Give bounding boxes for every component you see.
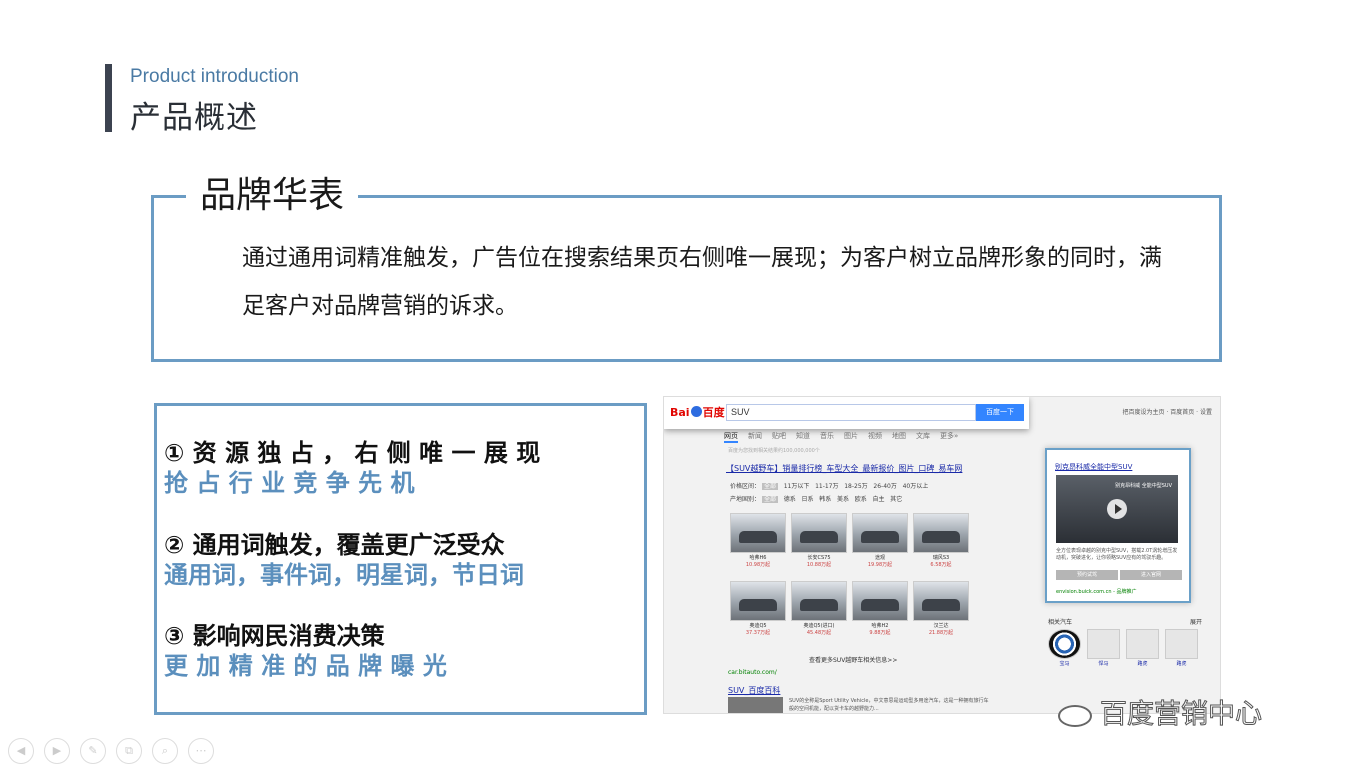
car-card: 奥迪Q5 37.37万起 <box>730 581 786 636</box>
next-slide-icon[interactable]: ▶ <box>44 738 70 764</box>
feature-heading: ② 通用词触发，覆盖更广泛受众 <box>164 531 505 559</box>
car-card: 奥迪Q5(进口) 45.48万起 <box>791 581 847 636</box>
ad-button-test-drive: 预约试驾 <box>1056 570 1118 580</box>
tab-images: 图片 <box>844 432 858 440</box>
tab-web: 网页 <box>724 431 738 443</box>
result-count-hint: 百度为您找到相关结果约100,000,000个 <box>728 448 820 454</box>
feature-subheading: 通用词，事件词，明星词，节日词 <box>164 561 524 589</box>
baidu-logo: Bai 百度 <box>670 406 725 419</box>
more-link: 查看更多SUV越野车相关信息>> <box>809 657 898 664</box>
car-image <box>730 513 786 553</box>
land-rover-car-icon <box>1165 629 1198 659</box>
ad-button-official-site: 进入官网 <box>1120 570 1182 580</box>
car-card: 途观 19.98万起 <box>852 513 908 568</box>
origin-filter: 产地国别： 全部 德系 日系 韩系 美系 欧系 自主 其它 <box>730 496 903 503</box>
search-input: SUV <box>726 404 976 421</box>
feature-heading: ③ 影响网民消费决策 <box>164 622 385 650</box>
feature-item: ② 通用词触发，覆盖更广泛受众 通用词，事件词，明星词，节日词 <box>164 530 524 590</box>
car-card: 长安CS75 10.88万起 <box>791 513 847 568</box>
watermark: 百度营销中心 <box>1058 692 1263 731</box>
zoom-icon[interactable]: ⌕ <box>152 738 178 764</box>
car-image <box>791 581 847 621</box>
feature-subheading: 抢 占 行 业 竞 争 先 机 <box>164 469 415 497</box>
feature-item: ③ 影响网民消费决策 更 加 精 准 的 品 牌 曝 光 <box>164 621 447 681</box>
section-description: 通过通用词精准触发，广告位在搜索结果页右侧唯一展现；为客户树立品牌形象的同时，满… <box>242 245 1162 319</box>
brand-item: 宝马 <box>1048 629 1081 667</box>
car-card: 汉兰达 21.88万起 <box>913 581 969 636</box>
baike-image <box>728 697 783 713</box>
feature-item: ① 资 源 独 占 ， 右 侧 唯 一 展 现 抢 占 行 业 竞 争 先 机 <box>164 438 540 498</box>
play-icon <box>1107 499 1127 519</box>
car-image <box>913 581 969 621</box>
car-image <box>730 581 786 621</box>
more-options-icon[interactable]: ⋯ <box>188 738 214 764</box>
search-bar-popup: Bai 百度 SUV 百度一下 <box>664 397 1029 429</box>
tab-map: 地图 <box>892 432 906 440</box>
car-card: 哈弗H6 10.98万起 <box>730 513 786 568</box>
ad-video: 别克昂科威 全能中型SUV <box>1056 475 1178 543</box>
title-accent-bar <box>105 64 112 132</box>
car-image <box>852 513 908 553</box>
ad-url: envision.buick.com.cn - 品牌推广 <box>1056 589 1137 595</box>
tab-music: 音乐 <box>820 432 834 440</box>
top-right-links: 把百度设为主页 · 百度首页 · 设置 <box>1122 409 1212 416</box>
hummer-car-icon <box>1087 629 1120 659</box>
brand-item: 悍马 <box>1087 629 1120 667</box>
feature-subheading: 更 加 精 准 的 品 牌 曝 光 <box>164 652 447 680</box>
pen-icon[interactable]: ✎ <box>80 738 106 764</box>
search-button: 百度一下 <box>976 404 1024 421</box>
tab-wenku: 文库 <box>916 432 930 440</box>
car-image <box>852 581 908 621</box>
presentation-controls: ◀ ▶ ✎ ⧉ ⌕ ⋯ <box>8 738 214 764</box>
car-image <box>791 513 847 553</box>
result-url: car.bitauto.com/ <box>728 669 777 676</box>
tab-video: 视频 <box>868 432 882 440</box>
section-title: 品牌华表 <box>186 172 359 220</box>
slide-title: 产品概述 <box>130 100 258 136</box>
feature-heading: ① 资 源 独 占 ， 右 侧 唯 一 展 现 <box>164 439 541 467</box>
paw-icon <box>690 406 702 417</box>
related-expand: 展开 <box>1190 619 1203 626</box>
ad-video-caption: 别克昂科威 全能中型SUV <box>1115 483 1172 489</box>
ad-title: 别克昂科威全能中型SUV <box>1055 463 1133 471</box>
tab-more: 更多» <box>940 432 959 440</box>
ad-description: 全方位表现卓越的别克中型SUV，搭载2.0T涡轮增压发动机，突破进化，让你领略S… <box>1056 548 1178 561</box>
car-card: 哈弗H2 9.88万起 <box>852 581 908 636</box>
slides-icon[interactable]: ⧉ <box>116 738 142 764</box>
price-filter: 价格区间： 全部 11万以下 11-17万 18-25万 26-40万 40万以… <box>730 483 929 490</box>
related-heading: 相关汽车 <box>1048 619 1073 626</box>
search-tabs: 网页 新闻 贴吧 知道 音乐 图片 视频 地图 文库 更多» <box>724 431 958 443</box>
land-rover-logo-icon <box>1126 629 1159 659</box>
result-title: 【SUV越野车】销量排行榜_车型大全_最新报价_图片_口碑_易车网 <box>726 464 963 473</box>
slide-subtitle: Product introduction <box>130 66 299 87</box>
tab-news: 新闻 <box>748 432 762 440</box>
brand-item: 路虎 <box>1126 629 1159 667</box>
tab-zhidao: 知道 <box>796 432 810 440</box>
brand-ad-panel: 别克昂科威全能中型SUV 别克昂科威 全能中型SUV 全方位表现卓越的别克中型S… <box>1045 448 1191 603</box>
baike-description: SUV的全称是Sport Utility Vehicle，中文意思是运动型多用途… <box>789 698 989 712</box>
baike-title: SUV_百度百科 <box>728 686 781 695</box>
previous-slide-icon[interactable]: ◀ <box>8 738 34 764</box>
car-image <box>913 513 969 553</box>
tab-tieba: 贴吧 <box>772 432 786 440</box>
car-card: 瑞风S3 6.58万起 <box>913 513 969 568</box>
brand-item: 路虎 <box>1165 629 1198 667</box>
related-brands: 宝马 悍马 路虎 路虎 <box>1048 629 1198 667</box>
search-result-screenshot: 把百度设为主页 · 百度首页 · 设置 网页 新闻 贴吧 知道 音乐 图片 视频… <box>663 396 1221 714</box>
wechat-icon <box>1058 704 1092 727</box>
ad-buttons: 预约试驾 进入官网 <box>1056 570 1184 580</box>
bmw-logo-icon <box>1048 629 1081 659</box>
